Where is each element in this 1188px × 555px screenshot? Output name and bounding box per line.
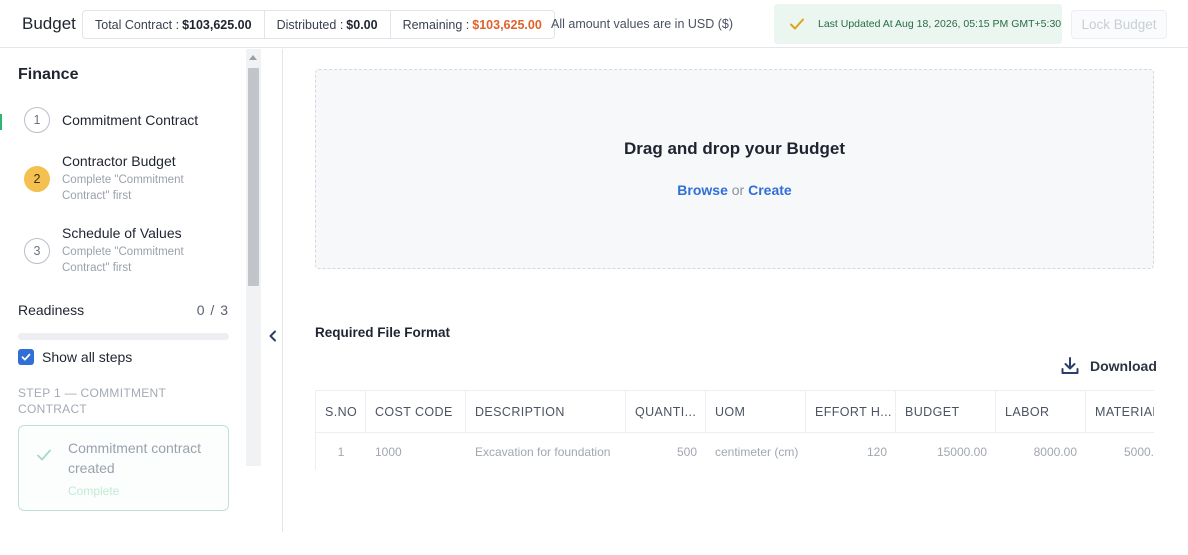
readiness-label: Readiness (18, 302, 85, 318)
step-number: 2 (24, 166, 50, 192)
cell-budget: 15000.00 (936, 445, 987, 459)
step-number: 3 (24, 238, 50, 264)
cell-effort-hours: 120 (866, 445, 887, 459)
step-contractor-budget[interactable]: 2 Contractor Budget Complete "Commitment… (24, 153, 202, 204)
step-subtitle: Complete "Commitment Contract" first (62, 174, 184, 202)
remaining: Remaining : $103,625.00 (391, 11, 554, 38)
column-sno: S.NO (316, 391, 366, 432)
column-budget: BUDGET (896, 391, 996, 432)
download-button[interactable]: Download (1060, 356, 1157, 376)
collapse-sidebar-button[interactable] (264, 327, 282, 345)
column-uom: UOM (706, 391, 806, 432)
scroll-thumb[interactable] (248, 68, 259, 286)
top-bar: Budget Total Contract : $103,625.00 Dist… (0, 0, 1188, 48)
sidebar-heading: Finance (18, 66, 79, 83)
or-text: or (731, 182, 745, 198)
table-row: 1 1000 Excavation for foundation 500 cen… (316, 433, 1154, 470)
step-card-title: Commitment contract created (68, 440, 202, 476)
table-fade (315, 470, 1154, 532)
browse-link[interactable]: Browse (677, 182, 728, 198)
budget-dropzone[interactable]: Drag and drop your Budget Browse or Crea… (315, 69, 1154, 269)
format-table: S.NO COST CODE DESCRIPTION QUANTI... UOM… (315, 390, 1154, 470)
finance-sidebar: Finance 1 Commitment Contract 2 Contract… (0, 49, 246, 555)
step-commitment-contract[interactable]: 1 Commitment Contract (24, 107, 198, 133)
total-contract: Total Contract : $103,625.00 (83, 11, 265, 38)
sidebar-scrollbar[interactable] (246, 49, 261, 466)
cell-quantity: 500 (676, 445, 697, 459)
check-icon (37, 449, 51, 461)
scroll-up-icon[interactable] (249, 55, 257, 60)
panel-divider (282, 49, 283, 532)
required-format-title: Required File Format (315, 325, 451, 340)
total-contract-label: Total Contract : (95, 17, 180, 32)
sidebar-fade (0, 519, 246, 555)
cell-material: 5000. (1123, 445, 1154, 459)
total-contract-value: $103,625.00 (182, 17, 252, 32)
show-all-steps-toggle[interactable]: Show all steps (18, 349, 132, 365)
cell-sno: 1 (337, 445, 345, 459)
cell-uom: centimeter (cm) (715, 445, 799, 459)
readiness: Readiness 0 / 3 (18, 302, 229, 318)
step-title: Commitment Contract (62, 112, 199, 128)
step-schedule-of-values[interactable]: 3 Schedule of Values Complete "Commitmen… (24, 225, 202, 276)
dropzone-title: Drag and drop your Budget (624, 139, 845, 158)
cell-cost-code: 1000 (375, 445, 402, 459)
download-label: Download (1090, 358, 1157, 374)
remaining-value: $103,625.00 (472, 17, 542, 32)
distributed: Distributed : $0.00 (265, 11, 391, 38)
column-description: DESCRIPTION (466, 391, 626, 432)
column-labor: LABOR (996, 391, 1086, 432)
download-icon (1061, 357, 1079, 374)
step-number: 1 (24, 107, 50, 133)
cell-description: Excavation for foundation (475, 445, 611, 459)
column-effort-hours: EFFORT H... (806, 391, 896, 432)
chevron-left-icon (269, 330, 276, 342)
budget-summary: Total Contract : $103,625.00 Distributed… (82, 10, 555, 39)
create-link[interactable]: Create (748, 182, 792, 198)
check-icon (790, 18, 804, 30)
lock-budget-button[interactable]: Lock Budget (1071, 10, 1167, 39)
column-quantity: QUANTI... (626, 391, 706, 432)
dropzone-actions: Browse or Create (316, 182, 1153, 198)
page-title: Budget (22, 14, 76, 33)
step-status-card: Commitment contract created Complete (18, 425, 229, 511)
last-updated-banner: Last Updated At Aug 18, 2026, 05:15 PM G… (774, 4, 1062, 44)
step-title: Schedule of Values (62, 225, 182, 241)
column-cost-code: COST CODE (366, 391, 466, 432)
distributed-value: $0.00 (346, 17, 378, 32)
table-header: S.NO COST CODE DESCRIPTION QUANTI... UOM… (316, 391, 1154, 433)
currency-note: All amount values are in USD ($) (551, 17, 734, 31)
readiness-progress-bar (18, 333, 229, 340)
readiness-count: 0 / 3 (196, 302, 229, 318)
distributed-label: Distributed : (276, 17, 344, 32)
column-material: MATERIAL (1095, 404, 1154, 419)
step-card-status: Complete (68, 484, 120, 498)
show-all-steps-label: Show all steps (42, 349, 133, 365)
checkbox-checked-icon[interactable] (18, 349, 34, 365)
step-title: Contractor Budget (62, 153, 176, 169)
step-caption: STEP 1 — COMMITMENT CONTRACT (18, 386, 166, 416)
last-updated-text: Last Updated At Aug 18, 2026, 05:15 PM G… (818, 18, 1062, 30)
step-subtitle: Complete "Commitment Contract" first (62, 246, 184, 274)
remaining-label: Remaining : (402, 17, 470, 32)
cell-labor: 8000.00 (1033, 445, 1077, 459)
